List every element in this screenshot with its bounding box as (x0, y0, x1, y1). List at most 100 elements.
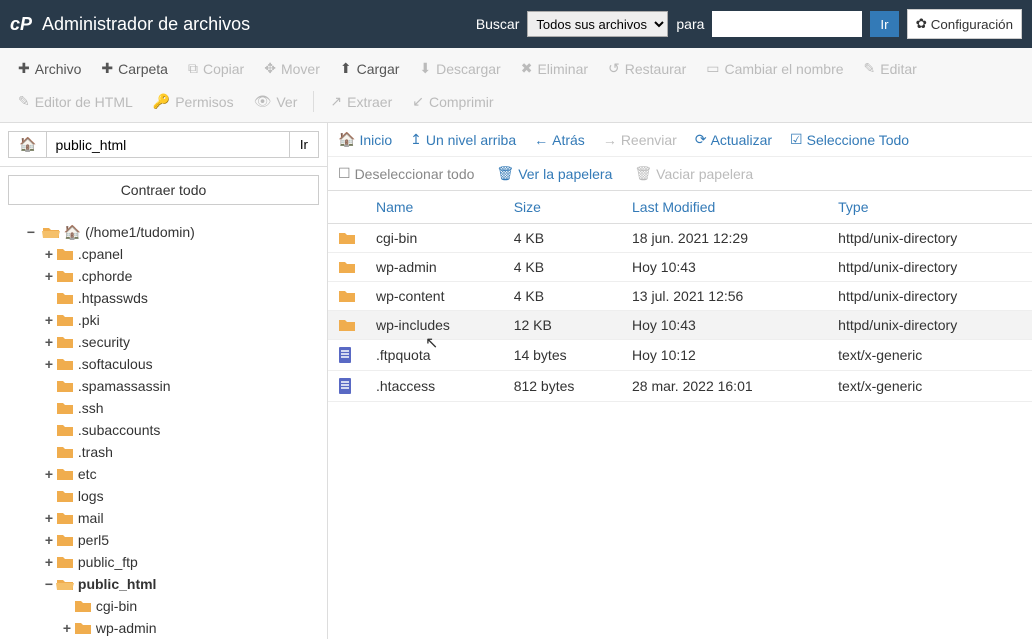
col-size[interactable]: Size (504, 191, 622, 224)
tree-label[interactable]: perl5 (78, 532, 109, 548)
tree-label[interactable]: .pki (78, 312, 100, 328)
tree-node[interactable]: .ssh (8, 397, 323, 419)
tree-toggle[interactable] (42, 287, 56, 309)
copy-button[interactable]: ⧉Copiar (178, 54, 254, 83)
delete-button[interactable]: ✖Eliminar (511, 54, 598, 83)
empty-trash-link[interactable]: 🗑Vaciar papelera (634, 165, 753, 182)
col-icon[interactable] (328, 191, 366, 224)
config-button[interactable]: ✿Configuración (907, 9, 1022, 39)
up-level-link[interactable]: ↥Un nivel arriba (410, 131, 516, 148)
back-link[interactable]: ←Atrás (534, 132, 585, 148)
reload-link[interactable]: ⟳Actualizar (695, 131, 772, 148)
col-name[interactable]: Name (366, 191, 504, 224)
tree-label[interactable]: .cphorde (78, 268, 132, 284)
tree-node[interactable]: + public_ftp (8, 551, 323, 573)
tree-node[interactable]: + etc (8, 463, 323, 485)
tree-label[interactable]: .cpanel (78, 246, 123, 262)
tree-toggle[interactable] (42, 419, 56, 441)
path-home-button[interactable] (8, 131, 47, 158)
home-link[interactable]: Inicio (338, 131, 392, 148)
cell-name[interactable]: wp-content (366, 282, 504, 311)
compress-button[interactable]: ↙Comprimir (402, 87, 503, 116)
tree-node[interactable]: cgi-bin (8, 595, 323, 617)
table-row[interactable]: wp-includes12 KBHoy 10:43httpd/unix-dire… (328, 311, 1032, 340)
path-input[interactable] (47, 131, 289, 158)
download-button[interactable]: ⬇Descargar (409, 54, 510, 83)
tree-root-label[interactable]: (/home1/tudomin) (85, 224, 195, 240)
search-go-button[interactable]: Ir (870, 11, 898, 37)
cell-name[interactable]: wp-admin (366, 253, 504, 282)
cell-name[interactable]: cgi-bin (366, 224, 504, 253)
cell-name[interactable]: wp-includes (366, 311, 504, 340)
tree-toggle[interactable]: + (42, 353, 56, 375)
col-modified[interactable]: Last Modified (622, 191, 828, 224)
tree-node[interactable]: + .pki (8, 309, 323, 331)
path-go-button[interactable]: Ir (290, 131, 319, 158)
tree-toggle[interactable]: + (42, 507, 56, 529)
table-row[interactable]: .ftpquota14 bytesHoy 10:12text/x-generic (328, 340, 1032, 371)
tree-toggle[interactable]: + (42, 243, 56, 265)
tree-node[interactable]: .trash (8, 441, 323, 463)
cell-name[interactable]: .htaccess (366, 371, 504, 402)
view-trash-link[interactable]: 🗑Ver la papelera (496, 165, 612, 182)
deselect-all-link[interactable]: ☐Deseleccionar todo (338, 165, 474, 182)
tree-label[interactable]: .htpasswds (78, 290, 148, 306)
tree-node[interactable]: − public_html (8, 573, 323, 595)
tree-label[interactable]: .subaccounts (78, 422, 161, 438)
tree-node[interactable]: .spamassassin (8, 375, 323, 397)
move-button[interactable]: ✥Mover (254, 54, 330, 83)
folder-new-button[interactable]: ✚Carpeta (91, 54, 178, 83)
tree-toggle[interactable]: + (42, 551, 56, 573)
search-scope-select[interactable]: Todos sus archivos (527, 11, 668, 37)
tree-toggle[interactable]: + (42, 463, 56, 485)
tree-node[interactable]: + .cphorde (8, 265, 323, 287)
tree-node[interactable]: logs (8, 485, 323, 507)
tree-node[interactable]: + wp-admin (8, 617, 323, 639)
tree-toggle[interactable] (42, 485, 56, 507)
tree-label[interactable]: wp-admin (96, 620, 157, 636)
tree-label[interactable]: logs (78, 488, 104, 504)
tree-toggle[interactable]: + (42, 265, 56, 287)
tree-label[interactable]: .security (78, 334, 130, 350)
tree-node[interactable]: + .softaculous (8, 353, 323, 375)
tree-node[interactable]: + .cpanel (8, 243, 323, 265)
tree-toggle[interactable]: − (24, 221, 38, 243)
tree-root[interactable]: − (/home1/tudomin) (8, 221, 323, 243)
restore-button[interactable]: ↺Restaurar (598, 54, 696, 83)
search-input[interactable] (712, 11, 862, 37)
tree-node[interactable]: + mail (8, 507, 323, 529)
tree-node[interactable]: + .security (8, 331, 323, 353)
html-editor-button[interactable]: ✎Editor de HTML (8, 87, 143, 116)
cell-name[interactable]: .ftpquota (366, 340, 504, 371)
tree-toggle[interactable]: + (60, 617, 74, 639)
tree-label[interactable]: .ssh (78, 400, 104, 416)
tree-toggle[interactable] (42, 375, 56, 397)
extract-button[interactable]: ↗Extraer (320, 87, 402, 116)
forward-link[interactable]: →Reenviar (603, 132, 677, 148)
table-row[interactable]: wp-content4 KB13 jul. 2021 12:56httpd/un… (328, 282, 1032, 311)
tree-label[interactable]: etc (78, 466, 97, 482)
table-row[interactable]: .htaccess812 bytes28 mar. 2022 16:01text… (328, 371, 1032, 402)
tree-label[interactable]: public_ftp (78, 554, 138, 570)
tree-label[interactable]: public_html (78, 576, 157, 592)
rename-button[interactable]: ▭Cambiar el nombre (696, 54, 853, 83)
table-row[interactable]: wp-admin4 KBHoy 10:43httpd/unix-director… (328, 253, 1032, 282)
tree-node[interactable]: + perl5 (8, 529, 323, 551)
tree-toggle[interactable]: − (42, 573, 56, 595)
tree-label[interactable]: .spamassassin (78, 378, 171, 394)
tree-label[interactable]: cgi-bin (96, 598, 137, 614)
tree-toggle[interactable] (42, 441, 56, 463)
edit-button[interactable]: ✎Editar (854, 54, 927, 83)
tree-toggle[interactable]: + (42, 309, 56, 331)
tree-node[interactable]: .htpasswds (8, 287, 323, 309)
tree-toggle[interactable] (60, 595, 74, 617)
tree-node[interactable]: .subaccounts (8, 419, 323, 441)
file-new-button[interactable]: ✚Archivo (8, 54, 91, 83)
table-row[interactable]: cgi-bin4 KB18 jun. 2021 12:29httpd/unix-… (328, 224, 1032, 253)
col-type[interactable]: Type (828, 191, 1032, 224)
tree-toggle[interactable] (42, 397, 56, 419)
permissions-button[interactable]: 🔑Permisos (143, 87, 244, 116)
view-button[interactable]: 👁Ver (244, 87, 308, 116)
tree-toggle[interactable]: + (42, 331, 56, 353)
upload-button[interactable]: ⬆Cargar (330, 54, 410, 83)
